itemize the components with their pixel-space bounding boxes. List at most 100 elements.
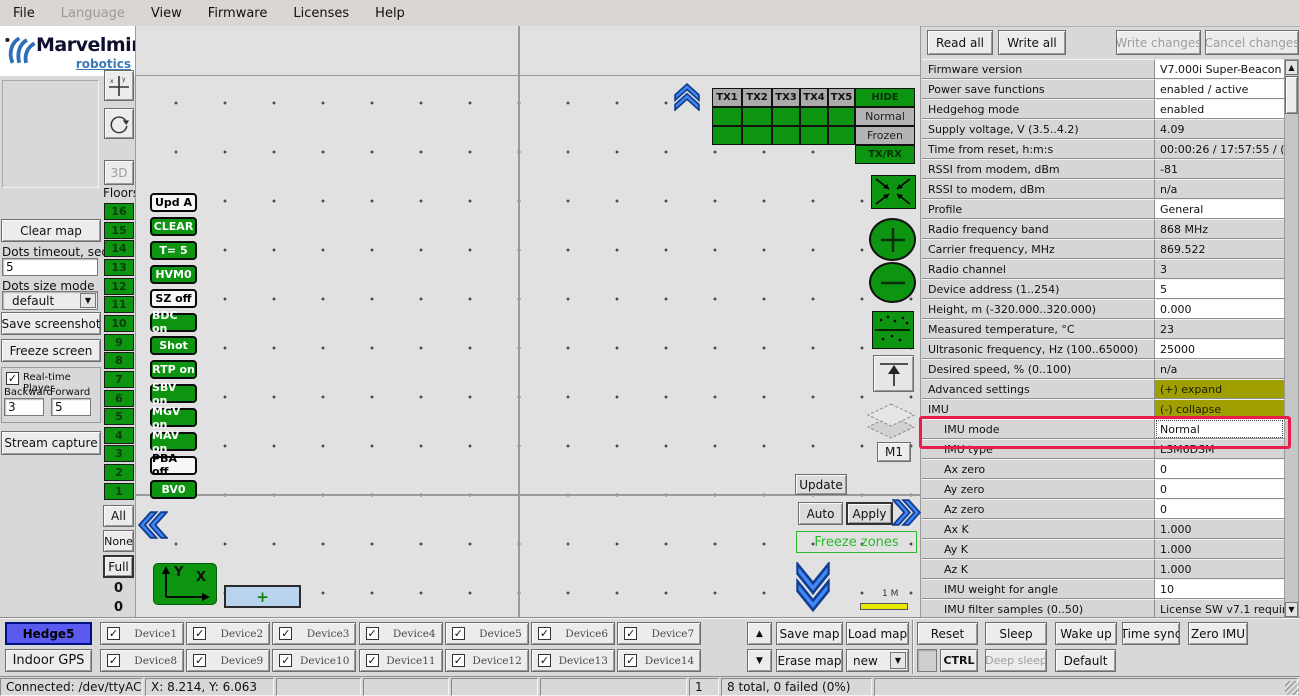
deep-sleep-button[interactable]: Deep sleep: [985, 649, 1047, 672]
param-value[interactable]: 1.000: [1155, 519, 1284, 539]
fit-screen-button[interactable]: [871, 175, 916, 209]
auto-button[interactable]: Auto: [798, 502, 843, 525]
param-value[interactable]: 00:00:26 / 17:57:55 / (: [1155, 139, 1284, 159]
m1-button[interactable]: M1: [877, 442, 911, 462]
menu-language[interactable]: Language: [48, 2, 138, 25]
device-checkbox[interactable]: ✓: [107, 654, 120, 667]
param-value[interactable]: License SW v7.1 requir: [1155, 599, 1284, 618]
device-button-device13[interactable]: ✓Device13: [531, 649, 615, 672]
cancel-changes-button[interactable]: Cancel changes: [1205, 30, 1299, 55]
param-value[interactable]: 1.000: [1155, 539, 1284, 559]
save-screenshot-button[interactable]: Save screenshot: [1, 312, 101, 335]
tx-row-frozen[interactable]: Frozen: [855, 126, 915, 145]
tx-cell[interactable]: [712, 107, 742, 126]
floor-button-4[interactable]: 4: [104, 427, 134, 444]
scrollbar-thumb[interactable]: [1285, 76, 1298, 114]
map-toggle-mav-on[interactable]: MAV on: [150, 432, 197, 451]
map-origin-axis-button[interactable]: Y X: [153, 563, 217, 605]
tx-cell[interactable]: [772, 126, 800, 145]
param-value[interactable]: (-) collapse: [1155, 399, 1284, 419]
floor-button-15[interactable]: 15: [104, 222, 134, 239]
device-checkbox[interactable]: ✓: [279, 654, 292, 667]
param-value[interactable]: 0: [1155, 479, 1284, 499]
map-toggle-sz-off[interactable]: SZ off: [150, 289, 197, 308]
tx-cell[interactable]: [800, 126, 828, 145]
tx-cell[interactable]: [772, 107, 800, 126]
device-button-device4[interactable]: ✓Device4: [359, 622, 443, 645]
chevron-double-left-icon[interactable]: [138, 511, 168, 539]
device-button-device8[interactable]: ✓Device8: [100, 649, 184, 672]
axes-tool-button[interactable]: x y: [104, 70, 134, 101]
param-scrollbar[interactable]: ▲ ▼: [1284, 59, 1299, 618]
scroll-down-icon[interactable]: ▼: [1285, 602, 1298, 617]
floor-button-6[interactable]: 6: [104, 390, 134, 407]
add-submap-button[interactable]: +: [224, 585, 301, 608]
param-value[interactable]: 25000: [1155, 339, 1284, 359]
update-button[interactable]: Update: [795, 474, 847, 495]
tx-header-tx3[interactable]: TX3: [772, 88, 800, 107]
resize-grip[interactable]: [1285, 681, 1299, 695]
stream-capture-button[interactable]: Stream capture: [1, 431, 101, 455]
chevron-double-up-icon[interactable]: [674, 83, 700, 111]
dots-timeout-input[interactable]: 5: [2, 258, 98, 276]
tx-header-tx5[interactable]: TX5: [828, 88, 855, 107]
param-value[interactable]: 5: [1155, 279, 1284, 299]
freeze-zones-button[interactable]: Freeze zones: [796, 531, 917, 553]
map-toggle-mgv-on[interactable]: MGV on: [150, 408, 197, 427]
menu-firmware[interactable]: Firmware: [195, 2, 281, 25]
menu-help[interactable]: Help: [362, 2, 418, 25]
floors-full-button[interactable]: Full: [103, 555, 134, 578]
indoor-gps-button[interactable]: Indoor GPS: [5, 649, 92, 672]
param-value[interactable]: 0.000: [1155, 299, 1284, 319]
read-all-button[interactable]: Read all: [927, 30, 993, 55]
layers-button[interactable]: [866, 402, 916, 442]
device-button-device11[interactable]: ✓Device11: [359, 649, 443, 672]
param-value[interactable]: Normal: [1155, 419, 1284, 439]
menu-licenses[interactable]: Licenses: [280, 2, 362, 25]
floor-button-1[interactable]: 1: [104, 483, 134, 500]
clear-map-button[interactable]: Clear map: [1, 219, 101, 242]
param-value[interactable]: enabled: [1155, 99, 1284, 119]
device-button-device1[interactable]: ✓Device1: [100, 622, 184, 645]
floor-button-11[interactable]: 11: [104, 296, 134, 313]
write-changes-button[interactable]: Write changes: [1116, 30, 1201, 55]
zero-imu-button[interactable]: Zero IMU: [1188, 622, 1248, 645]
map-toggle-bdc-on[interactable]: BDC on: [150, 313, 197, 332]
tx-cell[interactable]: [828, 107, 855, 126]
zoom-out-button[interactable]: [869, 262, 916, 303]
dropdown-arrow-icon[interactable]: ▼: [80, 293, 96, 308]
map-toggle-t-5[interactable]: T= 5: [150, 241, 197, 260]
floor-button-13[interactable]: 13: [104, 259, 134, 276]
ctrl-button[interactable]: CTRL: [940, 649, 978, 672]
floor-button-10[interactable]: 10: [104, 315, 134, 332]
device-checkbox[interactable]: ✓: [193, 627, 206, 640]
param-value[interactable]: -81: [1155, 159, 1284, 179]
map-toggle-bv0[interactable]: BV0: [150, 480, 197, 499]
param-value[interactable]: 869.522: [1155, 239, 1284, 259]
device-checkbox[interactable]: ✓: [624, 654, 637, 667]
tx-txrx-button[interactable]: TX/RX: [855, 145, 915, 164]
map-toggle-pba-off[interactable]: PBA off: [150, 456, 197, 475]
floor-button-12[interactable]: 12: [104, 278, 134, 295]
erase-map-button[interactable]: Erase map: [776, 649, 843, 672]
param-value[interactable]: LSM6DSM: [1155, 439, 1284, 459]
param-value[interactable]: n/a: [1155, 179, 1284, 199]
chevron-double-down-icon[interactable]: [796, 562, 830, 612]
device-button-device3[interactable]: ✓Device3: [272, 622, 356, 645]
device-button-device12[interactable]: ✓Device12: [445, 649, 529, 672]
tx-header-tx1[interactable]: TX1: [712, 88, 742, 107]
device-button-device6[interactable]: ✓Device6: [531, 622, 615, 645]
floor-button-16[interactable]: 16: [104, 203, 134, 220]
apply-button[interactable]: Apply: [846, 502, 893, 525]
freeze-screen-button[interactable]: Freeze screen: [1, 339, 101, 362]
save-map-button[interactable]: Save map: [776, 622, 843, 645]
map-toggle-shot[interactable]: Shot: [150, 336, 197, 355]
tx-header-tx4[interactable]: TX4: [800, 88, 828, 107]
forward-input[interactable]: 5: [51, 398, 91, 416]
tx-cell[interactable]: [742, 126, 772, 145]
scroll-up-icon[interactable]: ▲: [1285, 60, 1298, 75]
wake-up-button[interactable]: Wake up: [1055, 622, 1117, 645]
device-checkbox[interactable]: ✓: [366, 627, 379, 640]
tx-hide-button[interactable]: HIDE: [855, 88, 915, 107]
param-value[interactable]: 23: [1155, 319, 1284, 339]
